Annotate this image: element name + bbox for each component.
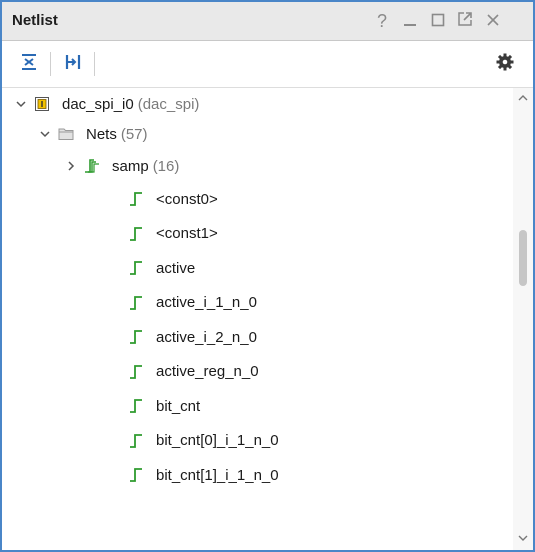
root-cell-label: dac_spi_i0	[62, 95, 134, 113]
net-icon	[128, 364, 144, 380]
net-label: bit_cnt[1]_i_1_n_0	[156, 466, 279, 484]
panel-title: Netlist	[12, 12, 58, 29]
bus-net-icon	[84, 158, 100, 174]
bus-label: samp	[112, 157, 149, 175]
maximize-icon	[431, 11, 445, 32]
folder-icon	[58, 126, 74, 142]
maximize-button[interactable]	[425, 8, 451, 34]
help-icon: ?	[376, 10, 387, 31]
bus-count: (16)	[152, 157, 180, 175]
float-window-icon	[457, 11, 473, 32]
net-icon	[128, 295, 144, 311]
net-label: active	[156, 259, 196, 277]
close-icon	[486, 11, 500, 32]
gear-icon	[496, 53, 514, 76]
nets-folder-label: Nets	[86, 125, 117, 143]
net-list-item[interactable]: active	[2, 253, 513, 283]
cell-icon	[34, 96, 50, 112]
collapse-all-button[interactable]	[14, 49, 44, 79]
chevron-down-icon[interactable]	[38, 127, 52, 141]
expand-hierarchy-button[interactable]	[58, 49, 88, 79]
nets-count: (57)	[120, 125, 148, 143]
scroll-down-arrow-icon[interactable]	[517, 532, 529, 544]
net-label: <const0>	[156, 190, 218, 208]
toolbar-separator	[94, 52, 95, 76]
toolbar-separator	[50, 52, 51, 76]
net-list-item[interactable]: bit_cnt[1]_i_1_n_0	[2, 460, 513, 490]
net-label: bit_cnt[0]_i_1_n_0	[156, 432, 279, 449]
net-icon	[128, 467, 144, 483]
netlist-panel: Netlist ? dac_spi_i0 (dac_spi) Nets (57)…	[0, 0, 535, 552]
close-button[interactable]	[480, 8, 506, 34]
tree-node-root[interactable]: dac_spi_i0 (dac_spi)	[2, 89, 513, 119]
net-list-item[interactable]: <const1>	[2, 219, 513, 249]
float-button[interactable]	[452, 8, 478, 34]
net-icon	[128, 398, 144, 414]
scroll-up-arrow-icon[interactable]	[517, 92, 529, 104]
net-list-item[interactable]: bit_cnt[0]_i_1_n_0	[2, 426, 513, 456]
chevron-right-icon[interactable]	[64, 159, 78, 173]
net-label: <const1>	[156, 225, 218, 242]
net-icon	[128, 226, 144, 242]
scrollbar-thumb[interactable]	[519, 230, 527, 286]
netlist-tree: dac_spi_i0 (dac_spi) Nets (57) samp (16)…	[2, 88, 513, 550]
net-list-item[interactable]: active_reg_n_0	[2, 357, 513, 387]
net-icon	[128, 260, 144, 276]
net-icon	[128, 433, 144, 449]
settings-button[interactable]	[490, 49, 520, 79]
net-icon	[128, 329, 144, 345]
net-label: active_reg_n_0	[156, 363, 259, 380]
net-list-item[interactable]: active_i_1_n_0	[2, 288, 513, 318]
net-icon	[128, 191, 144, 207]
vertical-scrollbar[interactable]	[513, 88, 533, 550]
minimize-icon	[403, 11, 417, 32]
net-label: bit_cnt	[156, 397, 201, 415]
root-cell-type: (dac_spi)	[137, 95, 200, 113]
minimize-button[interactable]	[397, 8, 423, 34]
hierarchy-icon	[63, 52, 83, 77]
net-list-item[interactable]: active_i_2_n_0	[2, 322, 513, 352]
net-label: active_i_1_n_0	[156, 294, 257, 311]
netlist-toolbar	[2, 41, 533, 88]
net-list-item[interactable]: bit_cnt	[2, 391, 513, 421]
tree-node-nets[interactable]: Nets (57)	[2, 119, 513, 149]
collapse-all-icon	[19, 52, 39, 77]
tree-node-bus[interactable]: samp (16)	[2, 151, 513, 181]
help-button[interactable]: ?	[369, 8, 395, 34]
chevron-down-icon[interactable]	[14, 97, 28, 111]
net-list-item[interactable]: <const0>	[2, 184, 513, 214]
panel-title-bar: Netlist ?	[2, 2, 533, 41]
net-label: active_i_2_n_0	[156, 328, 257, 346]
